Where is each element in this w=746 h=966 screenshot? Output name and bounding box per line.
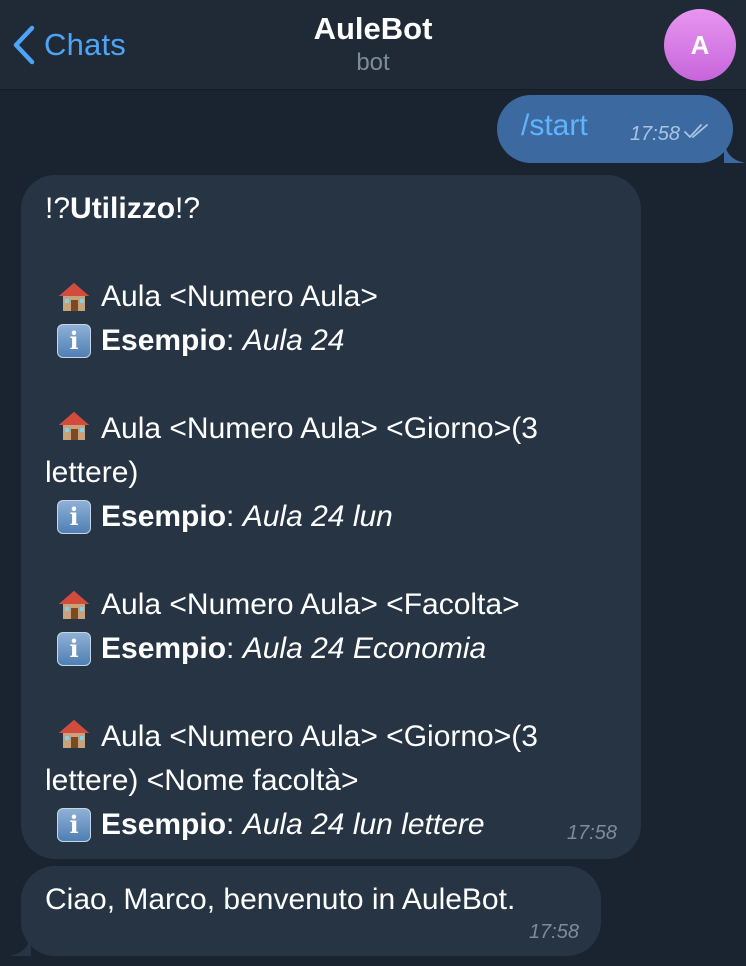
example-text: Aula 24 lun lettere [242, 808, 485, 841]
example-label: Esempio [101, 324, 227, 357]
heading-suffix: !? [175, 192, 201, 225]
info-icon: i [57, 632, 91, 666]
chevron-left-icon [12, 25, 36, 65]
chat-header: Chats AuleBot bot A [0, 0, 746, 90]
back-button[interactable]: Chats [12, 22, 126, 68]
bubble-tail [9, 934, 31, 956]
incoming-message-help[interactable]: !? Utilizzo!? Aula <Numero Aula> i Esempi… [21, 175, 641, 859]
example-colon: : [226, 500, 235, 533]
example-colon: : [226, 808, 235, 841]
info-icon: i [57, 808, 91, 842]
help-heading: !? Utilizzo!? [45, 187, 625, 231]
house-icon [57, 717, 91, 751]
house-icon [57, 280, 91, 314]
syntax-text: Aula <Numero Aula> [101, 280, 378, 313]
example-colon: : [226, 324, 235, 357]
message-body: !? Utilizzo!? Aula <Numero Aula> i Esempi… [45, 187, 625, 847]
house-icon [57, 409, 91, 443]
chat-subtitle: bot [356, 49, 390, 76]
example-label: Esempio [101, 632, 227, 665]
message-time: 17:58 [528, 921, 579, 943]
help-example-line: i Esempio: Aula 24 lun [45, 495, 625, 539]
bubble-tail [724, 141, 746, 163]
example-label: Esempio [101, 500, 227, 533]
message-time: 17:58 [629, 122, 680, 145]
outgoing-message[interactable]: /start 17:58 [497, 95, 746, 163]
help-syntax-line: Aula <Numero Aula> <Giorno>(3 lettere) [45, 407, 625, 495]
chat-title: AuleBot [313, 11, 433, 46]
syntax-text: Aula <Numero Aula> <Facolta> [101, 588, 520, 621]
avatar[interactable]: A [664, 9, 736, 81]
help-example-line: i Esempio: Aula 24 Economia [45, 627, 625, 671]
message-time: 17:58 [566, 822, 617, 844]
chat-title-area[interactable]: AuleBot bot [200, 10, 546, 78]
example-text: Aula 24 [242, 324, 345, 357]
example-label: Esempio [101, 808, 227, 841]
message-text: /start [521, 109, 588, 142]
syntax-text: Aula <Numero Aula> <Giorno>(3 lettere) [45, 412, 538, 489]
help-syntax-line: Aula <Numero Aula> <Facolta> [45, 583, 625, 627]
help-example-line: i Esempio: Aula 24 [45, 319, 625, 363]
info-icon: i [57, 500, 91, 534]
incoming-message-welcome[interactable]: Ciao, Marco, benvenuto in AuleBot. 17:58 [9, 866, 601, 956]
double-check-icon [680, 122, 711, 146]
example-colon: : [226, 632, 235, 665]
example-text: Aula 24 lun [242, 500, 393, 533]
heading-text: Utilizzo [70, 192, 176, 225]
message-text: Ciao, Marco, benvenuto in AuleBot. [45, 883, 516, 916]
back-label: Chats [44, 27, 126, 62]
message-meta: 17:58 [630, 122, 711, 146]
help-syntax-line: Aula <Numero Aula> [45, 275, 625, 319]
help-example-line: i Esempio: Aula 24 lun lettere [45, 803, 625, 847]
syntax-text: Aula <Numero Aula> <Giorno>(3 lettere) <… [45, 720, 538, 797]
info-icon: i [57, 324, 91, 358]
house-icon [57, 588, 91, 622]
example-text: Aula 24 Economia [242, 632, 487, 665]
help-syntax-line: Aula <Numero Aula> <Giorno>(3 lettere) <… [45, 715, 625, 803]
chat-screen: Chats AuleBot bot A /start 17:58 !? Util… [0, 0, 746, 966]
heading-prefix: !? [45, 192, 71, 225]
